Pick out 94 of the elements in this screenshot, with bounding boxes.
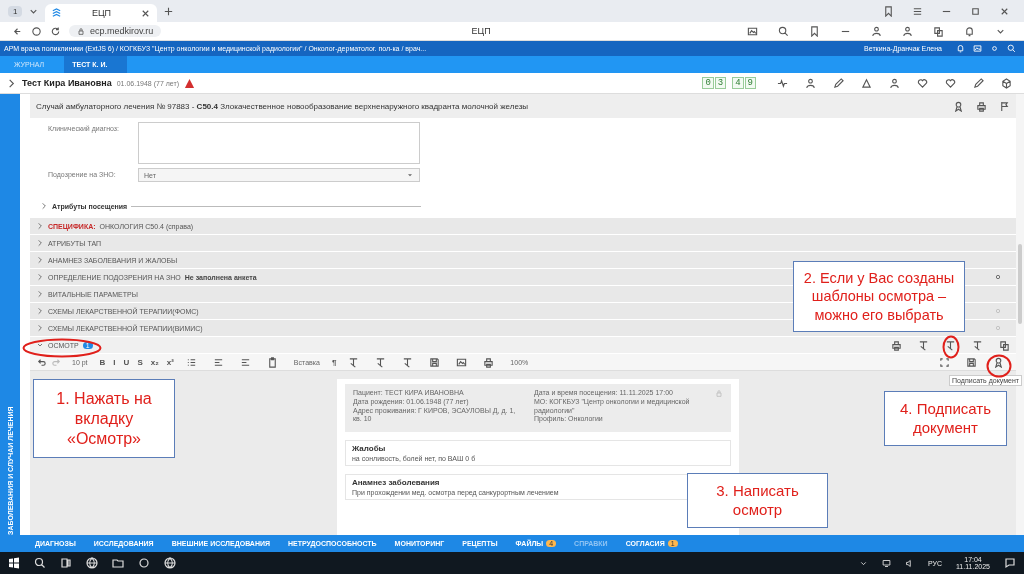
timer-digit: 4 (732, 77, 744, 89)
flag-icon[interactable] (999, 100, 1010, 112)
timer-digit: 3 (714, 77, 727, 89)
page-title: ЕЦП (470, 26, 492, 36)
person-icon[interactable] (889, 77, 900, 89)
person-icon[interactable] (805, 77, 816, 89)
reload-icon[interactable] (50, 25, 61, 37)
template-icon[interactable] (972, 339, 983, 351)
print-icon[interactable] (483, 356, 495, 368)
bookmark-icon[interactable] (809, 25, 820, 37)
folder-icon[interactable] (112, 557, 124, 569)
speaker-icon[interactable] (904, 558, 914, 568)
image-icon[interactable] (973, 44, 982, 53)
bell-icon[interactable] (964, 25, 975, 37)
image-icon[interactable] (747, 25, 758, 37)
cube-icon[interactable] (1001, 77, 1012, 89)
warning-icon (184, 77, 195, 89)
pencil-icon[interactable] (833, 77, 844, 89)
lock-icon (715, 389, 723, 397)
globe-icon[interactable] (86, 557, 98, 569)
format-icon[interactable] (402, 356, 414, 368)
person-icon[interactable] (871, 25, 882, 37)
pencil-icon[interactable] (973, 77, 984, 89)
instruction-tooltip: 1. Нажать на вкладку «Осмотр» (33, 379, 175, 458)
caret-icon (406, 171, 414, 179)
logo-icon (51, 7, 63, 19)
chevron-icon[interactable] (6, 77, 17, 89)
align-icon[interactable] (212, 356, 224, 368)
instruction-tooltip: 3. Написать осмотр (687, 473, 828, 528)
format-button[interactable]: I (113, 357, 116, 367)
heart-icon[interactable] (945, 77, 956, 89)
search-icon[interactable] (778, 25, 789, 37)
chevron-icon (36, 290, 44, 298)
format-button[interactable]: x₂ (150, 357, 159, 367)
chevron-icon (36, 324, 44, 332)
fullscreen-icon[interactable] (939, 356, 950, 368)
section-heading: Жалобы (352, 444, 387, 453)
format-button[interactable]: S (137, 357, 143, 367)
timer-digit: 0 (702, 77, 714, 89)
format-button[interactable]: B (99, 357, 106, 367)
template-icon[interactable] (918, 339, 929, 351)
gear-icon[interactable] (994, 273, 1002, 281)
sign-icon[interactable] (993, 356, 1004, 368)
format-icon[interactable] (375, 356, 387, 368)
instruction-tooltip: 4. Подписать документ (884, 391, 1007, 446)
diagnosis-field[interactable] (138, 122, 420, 164)
maximize-icon[interactable] (970, 5, 981, 17)
image-icon[interactable] (456, 356, 468, 368)
copy-icon[interactable] (999, 339, 1010, 351)
print-icon[interactable] (976, 100, 987, 112)
browser-tab[interactable]: ЕЦП (45, 4, 158, 22)
print-icon[interactable] (891, 339, 902, 351)
person-icon[interactable] (902, 25, 913, 37)
heart-icon[interactable] (917, 77, 928, 89)
format-button[interactable]: U (123, 357, 130, 367)
chevron-icon (36, 222, 44, 230)
save-icon[interactable] (429, 356, 441, 368)
highlight-ellipse (986, 354, 1012, 378)
triangle-icon[interactable] (861, 77, 872, 89)
section-heading: Анамнез заболевания (352, 478, 441, 487)
bookmark-icon[interactable] (883, 5, 894, 17)
taskview-icon[interactable] (60, 557, 72, 569)
pulse-icon[interactable] (777, 77, 788, 89)
format-button[interactable]: ¶ (331, 357, 337, 367)
chat-icon[interactable] (1004, 557, 1016, 569)
menu-icon[interactable] (912, 5, 923, 17)
chevron-icon (36, 239, 44, 247)
plus-icon[interactable] (163, 5, 175, 17)
url-field[interactable]: ecp.medkirov.ru (69, 25, 162, 37)
copy-icon[interactable] (933, 25, 944, 37)
list-icon[interactable] (185, 356, 197, 368)
windows-icon[interactable] (8, 557, 20, 569)
network-icon[interactable] (881, 558, 891, 568)
scrollbar-thumb[interactable] (1018, 244, 1022, 324)
tab-count[interactable]: 1 (8, 5, 23, 17)
template-icon[interactable] (945, 339, 956, 351)
align-icon[interactable] (239, 356, 251, 368)
timer-digit: 9 (744, 77, 756, 89)
gear-icon[interactable] (990, 44, 999, 53)
chevron-icon (36, 273, 44, 281)
chevron-icon (36, 256, 44, 264)
ribbon-icon[interactable] (953, 100, 964, 112)
globe-icon[interactable] (164, 557, 176, 569)
chevron-icon (36, 307, 44, 315)
case-title: Случай амбулаторного лечения № 97883 - C50.4 Злокачественное новообразование верхненаружного квадранта молочной железы (36, 101, 529, 111)
highlight-ellipse (942, 335, 960, 359)
lock-icon (77, 27, 85, 35)
bell-icon[interactable] (956, 44, 965, 53)
format-icon[interactable] (348, 356, 360, 368)
format-button[interactable]: x² (166, 357, 174, 367)
save-icon[interactable] (966, 356, 977, 368)
patient-name: Тест Кира Ивановна (22, 78, 112, 88)
paste-icon[interactable] (266, 356, 278, 368)
instruction-tooltip: 2. Если у Вас созданы шаблоны осмотра – можно его выбрать (793, 261, 965, 332)
